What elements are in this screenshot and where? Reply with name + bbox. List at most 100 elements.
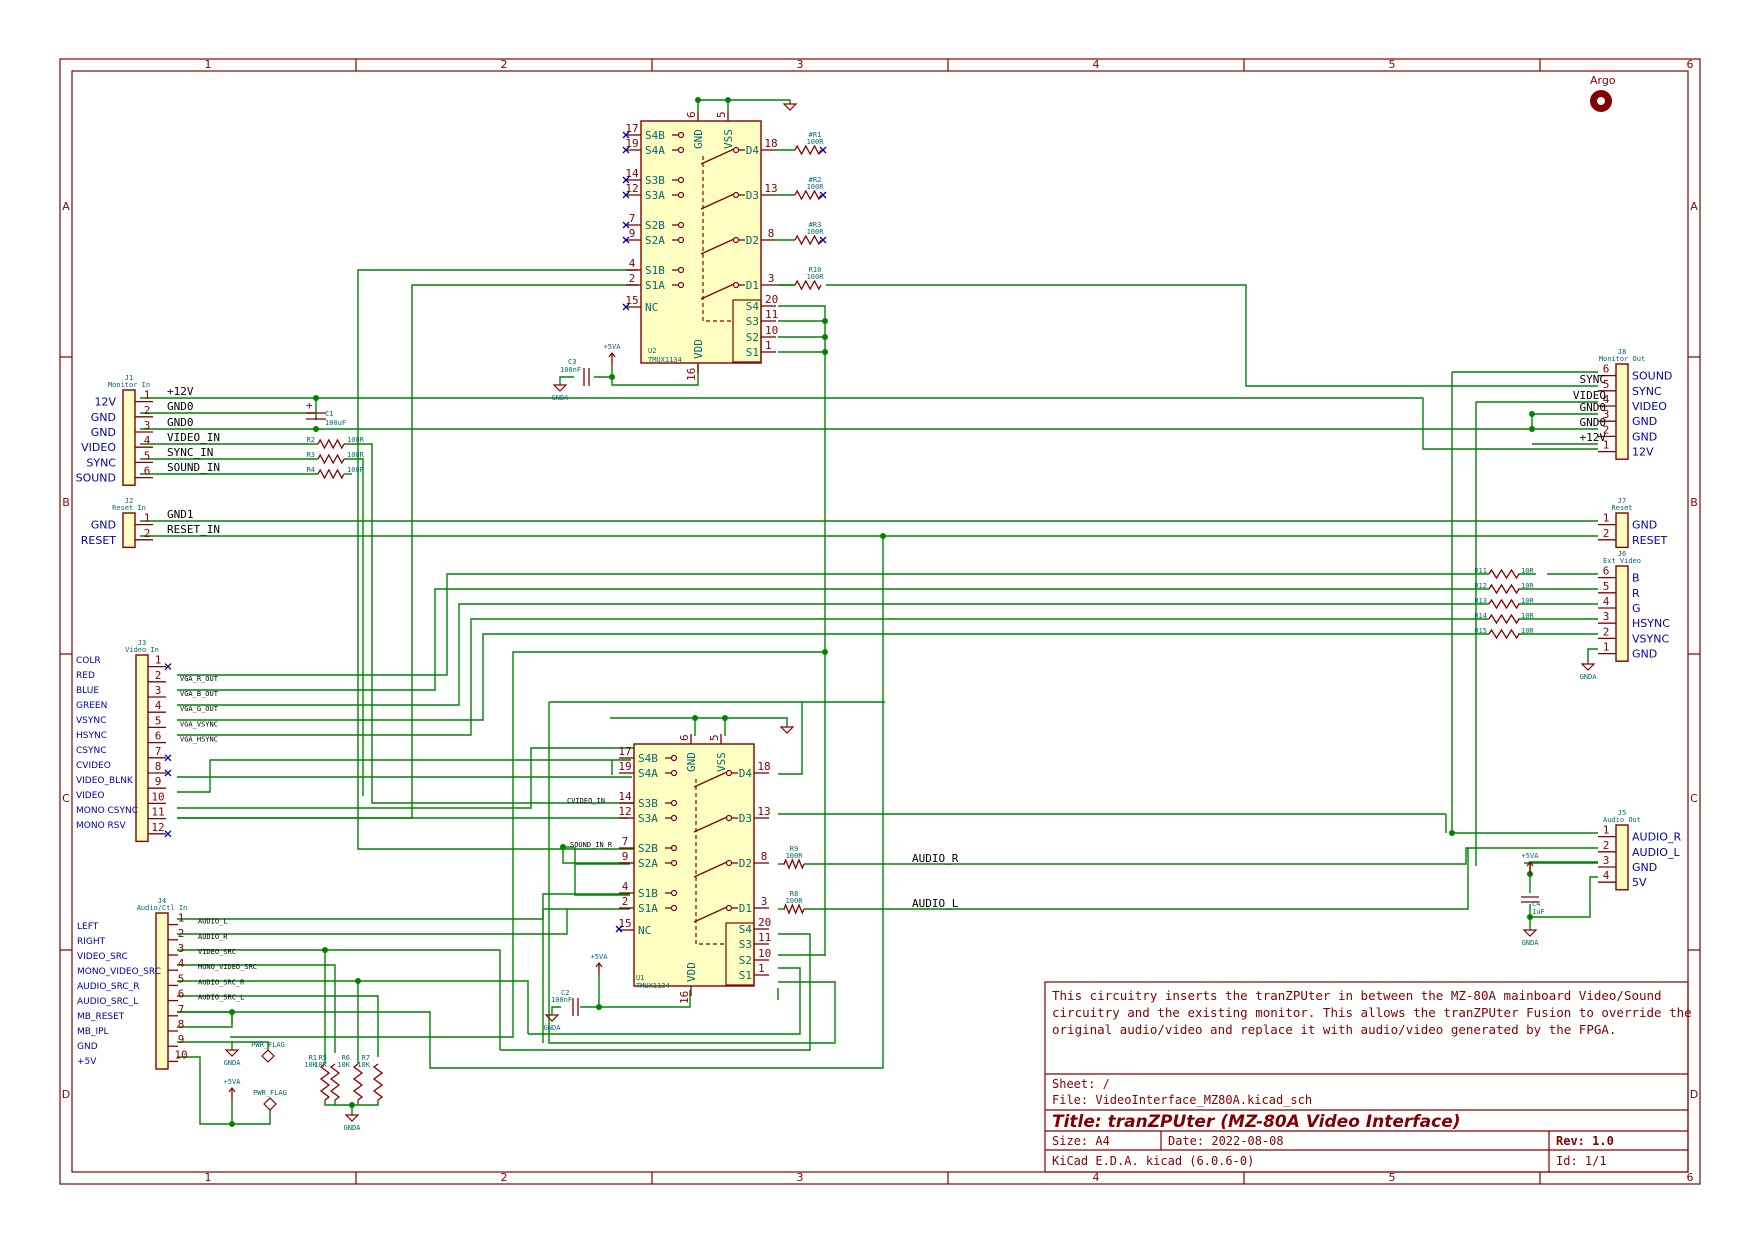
j3-pin-name: CVIDEO [76, 761, 111, 771]
j1-pin-num: 2 [144, 404, 151, 417]
switch-contact-icon [677, 146, 685, 154]
u2-pin-name: S1 [746, 346, 759, 359]
switch-contact-icon [670, 889, 678, 897]
j3-pin: 11 MONO CSYNC [76, 806, 166, 820]
resistor-ref: R4 [307, 466, 315, 474]
power-5va-icon: +5VA [224, 1078, 241, 1100]
u2-pin-num: 1 [765, 339, 772, 352]
j4-pin-name: MB_RESET [77, 1012, 125, 1022]
j1-pin-num: 6 [144, 465, 151, 478]
resistor-r7: R710K [357, 1054, 384, 1101]
j2-net-label: RESET_IN [167, 523, 220, 536]
c4-value: 1uF [1532, 908, 1545, 916]
j4-pin-name: VIDEO_SRC [77, 952, 128, 962]
j3-pin-name: VIDEO [76, 791, 105, 801]
resistor-ref: R12 [1474, 582, 1487, 590]
resistor-icon [319, 1063, 331, 1101]
zone-row-left: D [62, 1088, 70, 1101]
u1-pin-name: S1A [638, 902, 658, 915]
j3-pin-num: 3 [155, 684, 162, 697]
u1-pin-num: 3 [761, 895, 768, 908]
wires [140, 99, 1598, 1125]
zone-col-bottom: 5 [1389, 1171, 1396, 1184]
u1-pin-name: D1 [739, 902, 752, 915]
j8-pin-name: GND [1632, 430, 1657, 443]
u2-pin-num: 18 [764, 137, 777, 150]
tb-tool: KiCad E.D.A. kicad (6.0.6-0) [1052, 1154, 1254, 1168]
pwr-flag-label: PWR_FLAG [253, 1089, 287, 1097]
u2-pin-num: 6 [685, 111, 698, 118]
switch-pivot-icon [725, 904, 733, 912]
j4-pin-num: 8 [178, 1018, 185, 1031]
resistor-icon [352, 1063, 364, 1101]
j4-pin-num: 9 [178, 1033, 185, 1046]
j3-pin: 1 COLR [76, 654, 166, 668]
u1-pin-name: S2B [638, 842, 658, 855]
resistor-r3: #R3100R [776, 221, 827, 246]
u1-pin-name: S2A [638, 857, 658, 870]
j2-value: Reset In [112, 504, 146, 512]
zone-row-right: D [1690, 1088, 1698, 1101]
u1-pin-name: S3A [638, 812, 658, 825]
resistor-ref: R11 [1474, 567, 1487, 575]
u2-pin-name: GND [692, 129, 705, 149]
c3-value: 100nF [560, 366, 581, 374]
resistor-value: 10R [1521, 597, 1534, 605]
j1-net-label: SYNC_IN [167, 446, 213, 459]
resistor-value: 10K [357, 1061, 370, 1069]
j1-pin-name: 12V [94, 396, 116, 409]
u2-pin-name: S1B [645, 264, 665, 277]
j4-pin-name: AUDIO_SRC_L [77, 997, 138, 1007]
j7-pin-name: GND [1632, 519, 1657, 532]
u2-pin-name: S4 [746, 300, 760, 313]
zone-row-right: C [1690, 792, 1698, 805]
j1-net-label: GND0 [167, 416, 194, 429]
c4-ref: C4 [1532, 900, 1540, 908]
gnda-label: GNDA [224, 1059, 242, 1067]
resistor-value: 100R [807, 273, 825, 281]
j7-pin-num: 2 [1603, 527, 1610, 540]
j3-pin-name: MONO CSYNC [76, 806, 138, 816]
switch-pivot-icon [732, 191, 740, 199]
u2-pin-name: S2B [645, 219, 665, 232]
j3-pin: 7 CSYNC [76, 745, 166, 759]
j7-pin-name: RESET [1632, 534, 1668, 547]
net-audio-r: AUDIO_R [912, 852, 959, 865]
u1-pin-name: S3B [638, 797, 658, 810]
tb-rev: Rev: 1.0 [1556, 1134, 1614, 1148]
j3-pin-num: 2 [155, 669, 162, 682]
resistor-icon [317, 438, 345, 450]
ground-icon: GNDA [552, 384, 569, 402]
u2-pin-num: 3 [768, 272, 775, 285]
zone-row-left: C [62, 792, 70, 805]
note-line-1: This circuitry inserts the tranZPUter in… [1052, 988, 1662, 1003]
u1-pin-num: 16 [678, 991, 691, 1004]
u1-pin-num: 2 [622, 895, 629, 908]
u2-pin-num: 2 [629, 272, 636, 285]
u1-pin-num: 13 [757, 805, 770, 818]
u2-pin-num: 7 [629, 212, 636, 225]
j4-net-label: AUDIO_L [198, 918, 228, 926]
resistor-value: 10R [1521, 582, 1534, 590]
resistor-value: 100R [347, 451, 365, 459]
j1-pin-name: GND [91, 426, 116, 439]
tb-id: Id: 1/1 [1556, 1154, 1607, 1168]
c2-value: 100nF [551, 996, 572, 1004]
c2-capacitor: C2 100nF [551, 989, 579, 1016]
zone-col-bottom: 1 [205, 1171, 212, 1184]
resistor-value: 100R [786, 897, 804, 905]
j3-pin: 9 VIDEO_BLNK [76, 775, 166, 789]
u1-tmux1134: 17 S4B 19 S4A 14 S3B 12 S3A 7 S2B 9 S2A 4 S1B 2 S1A 1 5 NC… [615, 734, 771, 1004]
j2-net-label: GND1 [167, 508, 194, 521]
plus5va-label: +5VA [604, 343, 622, 351]
u1-pin-num: 19 [618, 760, 631, 773]
zone-col-bottom: 4 [1093, 1171, 1100, 1184]
gnda-label: GNDA [544, 1024, 562, 1032]
j3-net-label: VGA_VSYNC [180, 720, 218, 728]
zone-col-top: 2 [501, 58, 508, 71]
resistor-value: 10R [1521, 612, 1534, 620]
j3-pin-name: CSYNC [76, 746, 107, 756]
resistor-r11: R11 10R [1474, 567, 1534, 580]
switch-contact-icon [677, 236, 685, 244]
resistor-icon [794, 144, 822, 156]
